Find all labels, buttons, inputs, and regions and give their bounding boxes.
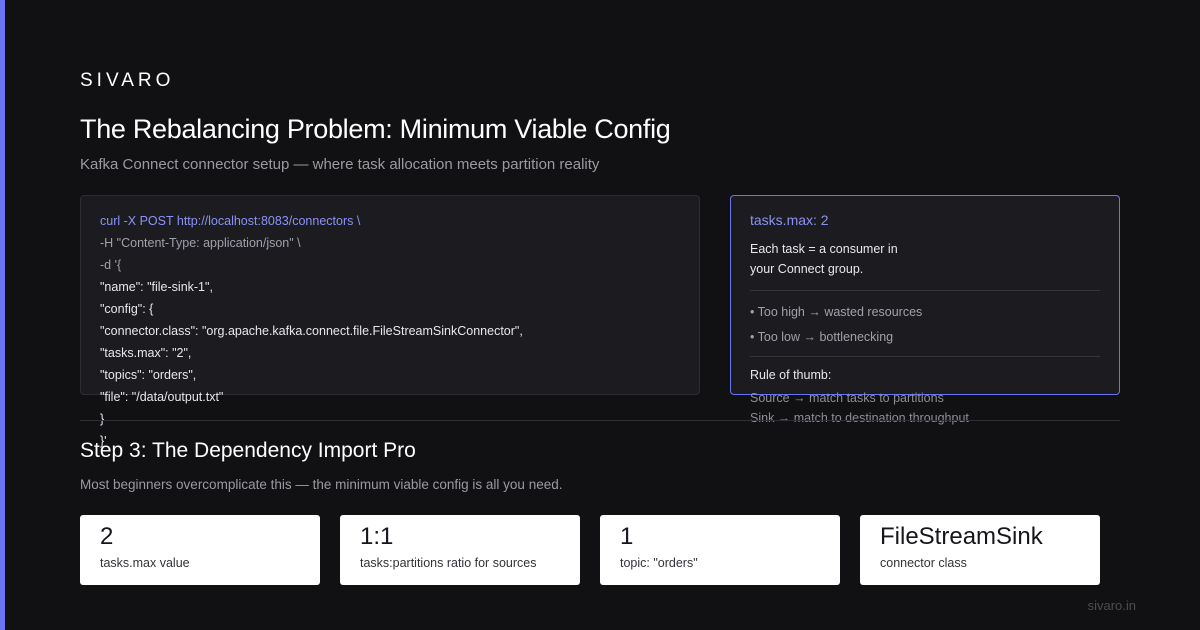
callout-bullet: • Too high → wasted resources — [750, 305, 923, 319]
code-line: "tasks.max": "2", — [100, 346, 192, 360]
code-line: "name": "file-sink-1", — [100, 280, 213, 294]
stat-card-ratio: 1:1 tasks:partitions ratio for sources — [340, 515, 580, 585]
callout-title: tasks.max: 2 — [750, 212, 829, 228]
stat-value: 1:1 — [360, 523, 394, 550]
rule-of-thumb-heading: Rule of thumb: — [750, 368, 832, 382]
code-line: } — [100, 412, 105, 426]
code-block: curl -X POST http://localhost:8083/conne… — [100, 210, 523, 452]
rule-line: Sink → match to destination throughput — [750, 411, 969, 425]
callout-body-line: Each task = a consumer in — [750, 242, 898, 256]
stat-value: FileStreamSink — [880, 523, 1043, 550]
code-line: curl -X POST http://localhost:8083/conne… — [100, 214, 361, 228]
section-description: Most beginners overcomplicate this — the… — [80, 477, 563, 492]
callout-body: Each task = a consumer in your Connect g… — [750, 239, 898, 279]
callout-bullets: • Too high → wasted resources • Too low … — [750, 300, 922, 350]
code-line: "connector.class": "org.apache.kafka.con… — [100, 324, 523, 338]
code-line: "topics": "orders", — [100, 368, 197, 382]
stat-label: tasks.max value — [100, 556, 190, 570]
page-subtitle: Kafka Connect connector setup — where ta… — [80, 156, 600, 173]
callout-divider — [750, 356, 1100, 357]
code-line: "file": "/data/output.txt" — [100, 390, 224, 404]
stat-card-connector-class: FileStreamSink connector class — [860, 515, 1100, 585]
stat-label: tasks:partitions ratio for sources — [360, 556, 537, 570]
stat-label: topic: "orders" — [620, 556, 698, 570]
stat-card-topic: 1 topic: "orders" — [600, 515, 840, 585]
brand-logo-text: SIVARO — [80, 70, 175, 91]
stat-label: connector class — [880, 556, 967, 570]
stat-value: 2 — [100, 523, 114, 550]
page-title: The Rebalancing Problem: Minimum Viable … — [80, 114, 671, 144]
callout-bullet: • Too low → bottlenecking — [750, 330, 894, 344]
callout-body-line: your Connect group. — [750, 262, 864, 276]
code-line: "config": { — [100, 302, 154, 316]
rule-of-thumb-list: Source → match tasks to partitions Sink … — [750, 388, 969, 428]
section-heading: Step 3: The Dependency Import Pro — [80, 439, 416, 462]
code-line: -H "Content-Type: application/json" \ — [100, 236, 301, 250]
section-divider — [80, 420, 1120, 421]
accent-bar — [0, 0, 5, 630]
callout-divider — [750, 290, 1100, 291]
stat-card-tasks-max: 2 tasks.max value — [80, 515, 320, 585]
code-line: -d '{ — [100, 258, 122, 272]
stat-value: 1 — [620, 523, 634, 550]
footer-url: sivaro.in — [1087, 598, 1136, 613]
slide: SIVARO The Rebalancing Problem: Minimum … — [0, 0, 1200, 630]
rule-line: Source → match tasks to partitions — [750, 391, 944, 405]
